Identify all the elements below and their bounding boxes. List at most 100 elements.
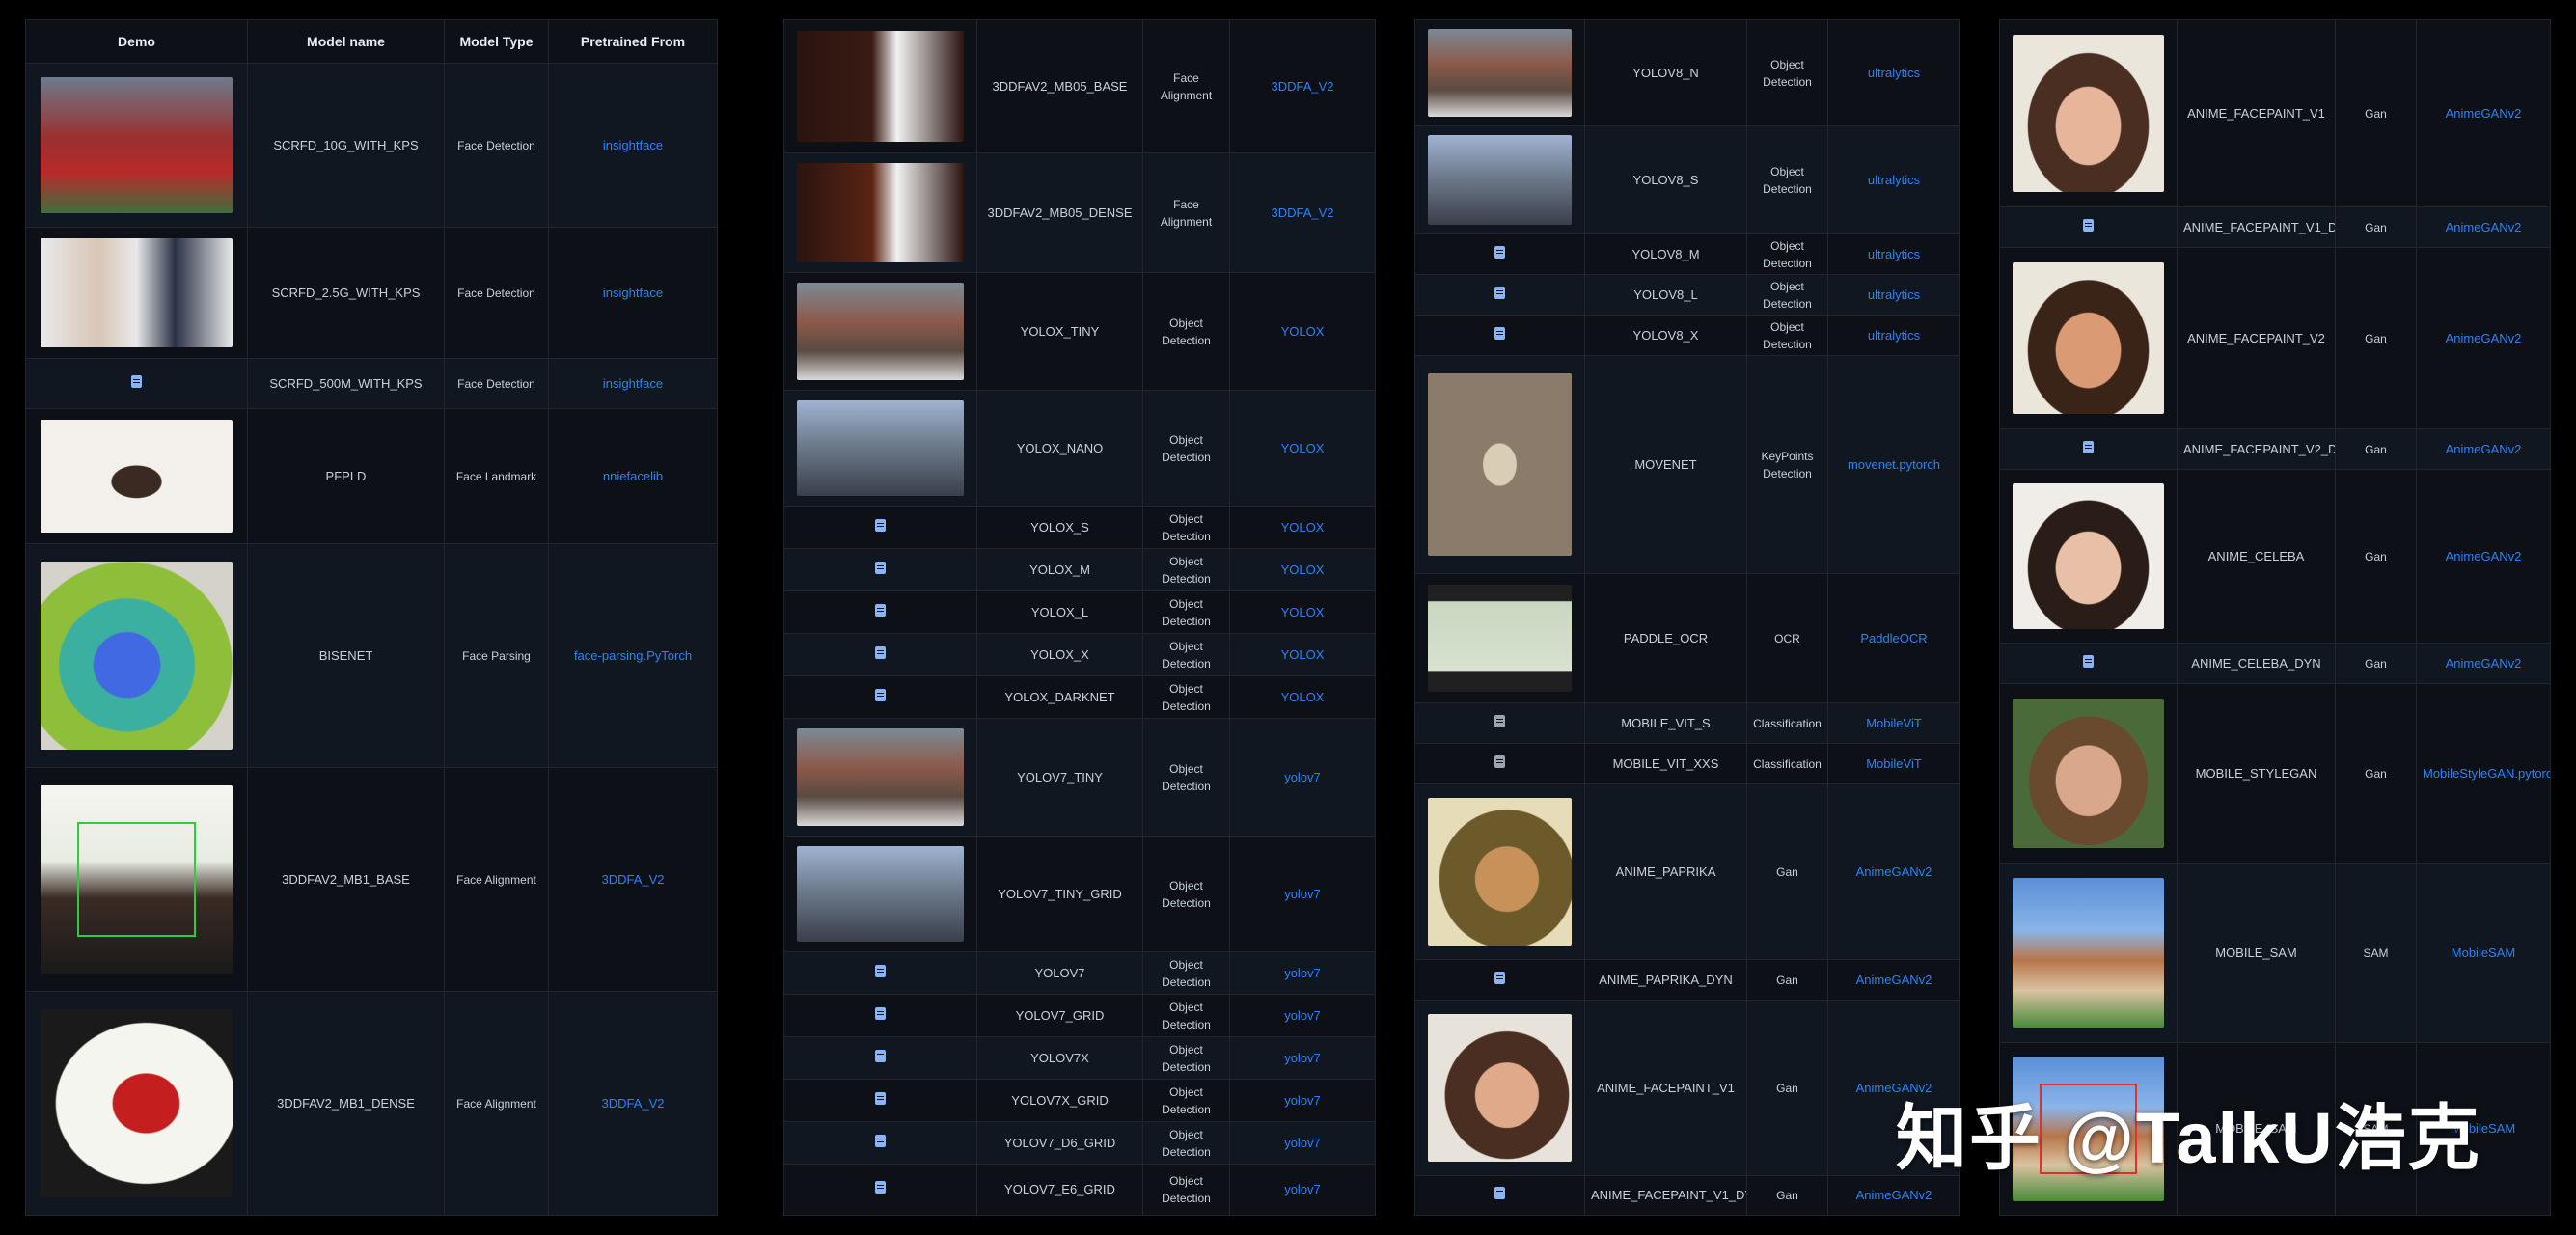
image-icon[interactable] (875, 645, 886, 659)
pretrained-link[interactable]: ultralytics (1827, 125, 1960, 234)
image-icon[interactable] (1494, 245, 1505, 259)
pretrained-link[interactable]: YOLOX (1229, 633, 1376, 676)
pretrained-link[interactable]: AnimeGANv2 (1827, 783, 1960, 960)
demo-image-face-alignment[interactable] (40, 785, 233, 974)
pretrained-link[interactable]: AnimeGANv2 (2416, 247, 2551, 429)
pretrained-link[interactable]: YOLOX (1229, 675, 1376, 719)
pretrained-link[interactable]: yolov7 (1229, 1164, 1376, 1216)
pretrained-link[interactable]: MobileStyleGAN.pytorch (2416, 683, 2551, 864)
demo-image-face-parsing[interactable] (40, 562, 233, 750)
pretrained-link[interactable]: insightface (548, 227, 718, 359)
pretrained-link[interactable]: insightface (548, 63, 718, 228)
pretrained-link[interactable]: 3DDFA_V2 (548, 991, 718, 1216)
demo-image-city-crowd[interactable] (1427, 134, 1573, 226)
pretrained-link[interactable]: nniefacelib (548, 408, 718, 544)
image-icon[interactable] (1494, 714, 1505, 727)
image-icon[interactable] (875, 603, 886, 617)
pretrained-link[interactable]: MobileViT (1827, 702, 1960, 744)
pretrained-link[interactable]: MobileViT (1827, 743, 1960, 784)
demo-image-anime-celeba[interactable] (2012, 483, 2165, 629)
pretrained-link[interactable]: yolov7 (1229, 836, 1376, 952)
image-icon[interactable] (2083, 440, 2094, 453)
pretrained-link[interactable]: 3DDFA_V2 (1229, 19, 1376, 153)
pretrained-link[interactable]: AnimeGANv2 (2416, 469, 2551, 644)
pretrained-link[interactable]: ultralytics (1827, 315, 1960, 356)
model-type-cell: Object Detection (1142, 548, 1230, 591)
pretrained-link[interactable]: ultralytics (1827, 19, 1960, 126)
image-icon[interactable] (1494, 286, 1505, 299)
image-icon[interactable] (875, 1181, 886, 1194)
image-icon[interactable] (875, 1134, 886, 1147)
pretrained-link[interactable]: AnimeGANv2 (2416, 206, 2551, 248)
demo-image-girl[interactable] (40, 420, 233, 533)
demo-image-anime-facepaint[interactable] (1427, 1014, 1573, 1162)
pretrained-link[interactable]: 3DDFA_V2 (1229, 152, 1376, 273)
demo-image-face-alignment-dense[interactable] (40, 1009, 233, 1197)
image-icon[interactable] (875, 518, 886, 532)
image-icon[interactable] (2083, 218, 2094, 232)
pretrained-link[interactable]: yolov7 (1229, 1121, 1376, 1165)
pretrained-link[interactable]: yolov7 (1229, 994, 1376, 1037)
image-icon[interactable] (875, 1006, 886, 1020)
model-name-cell: YOLOV7_TINY_GRID (976, 836, 1143, 952)
pretrained-link[interactable]: yolov7 (1229, 1036, 1376, 1080)
demo-image-dancer[interactable] (1427, 373, 1573, 556)
model-name-cell: PFPLD (247, 408, 445, 544)
demo-image-stark-dense[interactable] (797, 162, 964, 263)
demo-image-stylegan-portrait[interactable] (2012, 698, 2165, 849)
image-icon[interactable] (875, 1049, 886, 1062)
model-type-cell: Object Detection (1746, 19, 1828, 126)
demo-image-city-crowd[interactable] (797, 845, 964, 943)
pretrained-link[interactable]: yolov7 (1229, 951, 1376, 995)
demo-cell (1414, 19, 1585, 126)
pretrained-link[interactable]: AnimeGANv2 (2416, 643, 2551, 684)
pretrained-link[interactable]: insightface (548, 358, 718, 409)
pretrained-link[interactable]: yolov7 (1229, 1079, 1376, 1122)
demo-image-two-people[interactable] (40, 237, 233, 348)
image-icon[interactable] (875, 561, 886, 574)
demo-image-stark-base[interactable] (797, 30, 964, 143)
demo-image-street[interactable] (797, 727, 964, 827)
image-icon[interactable] (875, 964, 886, 977)
model-type-cell: Face Alignment (444, 991, 549, 1216)
pretrained-link[interactable]: face-parsing.PyTorch (548, 543, 718, 768)
demo-image-anime-facepaint-v2[interactable] (2012, 261, 2165, 415)
image-icon[interactable] (1494, 971, 1505, 984)
demo-image-anime-paprika[interactable] (1427, 798, 1573, 946)
pretrained-link[interactable]: PaddleOCR (1827, 573, 1960, 703)
image-icon[interactable] (875, 1091, 886, 1105)
pretrained-link[interactable]: YOLOX (1229, 590, 1376, 634)
pretrained-link[interactable]: YOLOX (1229, 390, 1376, 507)
table-row: 3DDFAV2_MB1_DENSE Face Alignment 3DDFA_V… (25, 991, 718, 1216)
demo-image-anime-facepaint-v1[interactable] (2012, 35, 2165, 192)
pretrained-link[interactable]: movenet.pytorch (1827, 355, 1960, 574)
model-name-cell: MOBILE_STYLEGAN (2177, 683, 2336, 864)
model-type-cell: Object Detection (1746, 274, 1828, 316)
pretrained-link[interactable]: AnimeGANv2 (2416, 19, 2551, 207)
demo-image-id-card[interactable] (1427, 584, 1573, 693)
pretrained-link[interactable]: MobileSAM (2416, 863, 2551, 1043)
image-icon[interactable] (875, 688, 886, 701)
pretrained-link[interactable]: YOLOX (1229, 506, 1376, 549)
model-type-cell: Object Detection (1142, 994, 1230, 1037)
image-icon[interactable] (1494, 1187, 1505, 1200)
pretrained-link[interactable]: ultralytics (1827, 274, 1960, 316)
pretrained-link[interactable]: YOLOX (1229, 272, 1376, 391)
demo-image-street[interactable] (1427, 28, 1573, 118)
pretrained-link[interactable]: ultralytics (1827, 233, 1960, 275)
image-icon[interactable] (1494, 326, 1505, 340)
model-table-panel-3: YOLOV8_N Object Detection ultralytics YO… (1414, 19, 1960, 1216)
pretrained-link[interactable]: AnimeGANv2 (1827, 959, 1960, 1001)
pretrained-link[interactable]: AnimeGANv2 (2416, 428, 2551, 470)
image-icon[interactable] (2083, 654, 2094, 668)
demo-image-city-crowd[interactable] (797, 399, 964, 497)
pretrained-link[interactable]: yolov7 (1229, 718, 1376, 837)
demo-image-street[interactable] (797, 282, 964, 381)
pretrained-link[interactable]: YOLOX (1229, 548, 1376, 591)
pretrained-link[interactable]: 3DDFA_V2 (548, 767, 718, 992)
image-icon[interactable] (1494, 755, 1505, 768)
image-icon[interactable] (131, 374, 142, 388)
demo-cell (25, 227, 248, 359)
demo-image-team-photo[interactable] (40, 76, 233, 214)
demo-image-building[interactable] (2012, 877, 2165, 1029)
